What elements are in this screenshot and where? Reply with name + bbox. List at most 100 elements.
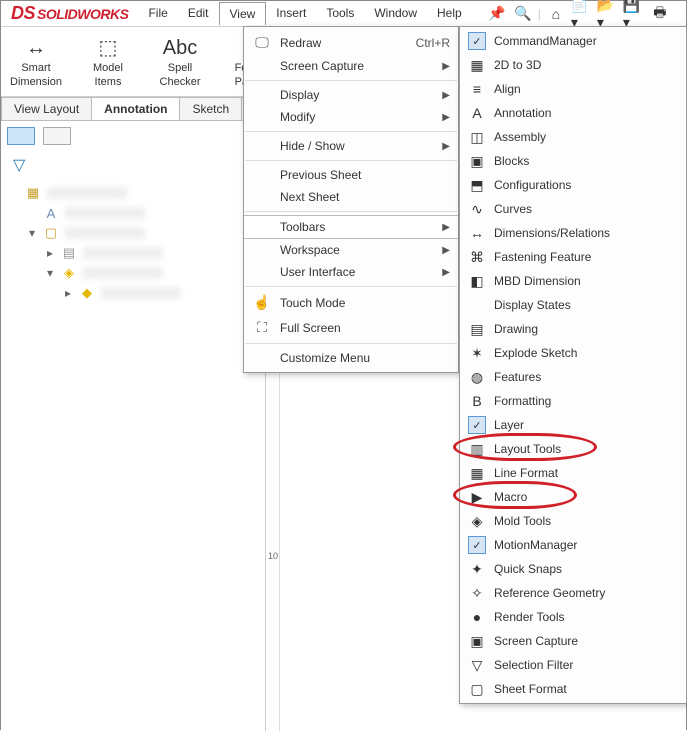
tab-sketch[interactable]: Sketch: [179, 97, 242, 120]
menu-label: Previous Sheet: [280, 168, 450, 182]
toolbar-item-dimensions-relations[interactable]: ↔Dimensions/Relations: [460, 221, 686, 245]
toolbar-item-align[interactable]: ≡Align: [460, 77, 686, 101]
menubar-item-tools[interactable]: Tools: [316, 2, 364, 25]
menubar-item-window[interactable]: Window: [364, 2, 427, 25]
panel-tab-1[interactable]: [7, 127, 35, 145]
toolbar-label: MotionManager: [494, 538, 678, 552]
menu-modify[interactable]: Modify▶: [244, 106, 458, 128]
toolbar-icon: ▤: [468, 320, 486, 338]
menu-full-screen[interactable]: ⛶Full Screen: [244, 315, 458, 340]
menu-screen-capture[interactable]: Screen Capture▶: [244, 55, 458, 77]
print-icon[interactable]: 🖶: [649, 3, 671, 25]
toolbar-item-2d-to-3d[interactable]: ▦2D to 3D: [460, 53, 686, 77]
toolbar-label: Drawing: [494, 322, 678, 336]
tree-item[interactable]: [65, 207, 145, 219]
toolbar-item-drawing[interactable]: ▤ Drawing: [460, 317, 686, 341]
toolbar-item-reference-geometry[interactable]: ✧Reference Geometry: [460, 581, 686, 605]
part-icon: ◆: [79, 285, 95, 301]
menubar-item-file[interactable]: File: [138, 2, 177, 25]
toolbar-item-fastening-feature[interactable]: ⌘Fastening Feature: [460, 245, 686, 269]
toolbar-item-macro[interactable]: ▶Macro: [460, 485, 686, 509]
toolbar-label: Display States: [494, 298, 678, 312]
toolbar-label: Reference Geometry: [494, 586, 678, 600]
toolbar-label: Explode Sketch: [494, 346, 678, 360]
home-icon[interactable]: ⌂: [545, 3, 567, 25]
pin-icon[interactable]: 📌: [486, 3, 508, 25]
menu-customize[interactable]: Customize Menu: [244, 347, 458, 369]
menu-display[interactable]: Display▶: [244, 84, 458, 106]
fullscreen-icon: ⛶: [252, 319, 272, 336]
ribbon-model-items[interactable]: ⬚ModelItems: [79, 36, 137, 88]
sheet-icon: ▢: [43, 225, 59, 241]
tree-item[interactable]: [83, 267, 163, 279]
toolbar-item-display-states[interactable]: Display States: [460, 293, 686, 317]
menubar: DS SOLIDWORKS FileEditViewInsertToolsWin…: [1, 1, 686, 27]
toolbar-icon: ◍: [468, 368, 486, 386]
tree-item[interactable]: [65, 227, 145, 239]
toolbar-item-motionmanager[interactable]: ✓MotionManager: [460, 533, 686, 557]
redraw-icon: 🖵: [252, 34, 272, 51]
tree-item[interactable]: [83, 247, 163, 259]
toolbar-item-mbd-dimension[interactable]: ◧MBD Dimension: [460, 269, 686, 293]
toolbar-icon: B: [468, 392, 486, 410]
search-icon[interactable]: 🔍: [512, 3, 534, 25]
menu-redraw[interactable]: 🖵 Redraw Ctrl+R: [244, 30, 458, 55]
app-name: SOLIDWORKS: [37, 6, 128, 22]
menubar-item-view[interactable]: View: [219, 2, 267, 25]
menu-toolbars[interactable]: Toolbars▶: [244, 215, 458, 239]
tab-annotation[interactable]: Annotation: [91, 97, 180, 120]
menu-previous-sheet[interactable]: Previous Sheet: [244, 164, 458, 186]
toolbar-item-annotation[interactable]: AAnnotation: [460, 101, 686, 125]
menu-workspace[interactable]: Workspace▶: [244, 239, 458, 261]
toolbar-item-render-tools[interactable]: ●Render Tools: [460, 605, 686, 629]
toolbar-item-assembly[interactable]: ◫Assembly: [460, 125, 686, 149]
menu-hide-show[interactable]: Hide / Show▶: [244, 135, 458, 157]
toolbar-item-commandmanager[interactable]: ✓CommandManager: [460, 29, 686, 53]
toolbar-icon: ≡: [468, 80, 486, 98]
toolbar-item-sheet-format[interactable]: ▢Sheet Format: [460, 677, 686, 701]
toolbar-item-layer[interactable]: ✓Layer: [460, 413, 686, 437]
toolbar-item-formatting[interactable]: BFormatting: [460, 389, 686, 413]
menu-touch-mode[interactable]: ☝Touch Mode: [244, 290, 458, 315]
tree-item[interactable]: [47, 187, 127, 199]
menubar-right: 📌 🔍 | ⌂ 📄▾ 📂▾ 💾▾ 🖶: [486, 3, 671, 25]
toolbar-icon: ◈: [468, 512, 486, 530]
toolbar-item-features[interactable]: ◍Features: [460, 365, 686, 389]
new-icon[interactable]: 📄▾: [571, 3, 593, 25]
tab-view-layout[interactable]: View Layout: [1, 97, 92, 120]
toolbar-icon: ✶: [468, 344, 486, 362]
toolbar-item-screen-capture[interactable]: ▣Screen Capture: [460, 629, 686, 653]
toolbar-item-blocks[interactable]: ▣Blocks: [460, 149, 686, 173]
toolbar-item-layout-tools[interactable]: ▥Layout Tools: [460, 437, 686, 461]
menubar-item-edit[interactable]: Edit: [178, 2, 219, 25]
toolbar-icon: ▦: [468, 56, 486, 74]
filter-icon[interactable]: ▽: [1, 151, 265, 179]
ribbon-spell-checker[interactable]: AbcSpellChecker: [151, 36, 209, 88]
toolbar-item-configurations[interactable]: ⬒Configurations: [460, 173, 686, 197]
toolbar-item-curves[interactable]: ∿Curves: [460, 197, 686, 221]
open-icon[interactable]: 📂▾: [597, 3, 619, 25]
view-menu-dropdown: 🖵 Redraw Ctrl+R Screen Capture▶ Display▶…: [243, 26, 459, 373]
toolbar-item-selection-filter[interactable]: ▽Selection Filter: [460, 653, 686, 677]
toolbar-label: Sheet Format: [494, 682, 678, 696]
tree-item[interactable]: [101, 287, 181, 299]
toolbar-item-line-format[interactable]: ▦Line Format: [460, 461, 686, 485]
panel-tab-2[interactable]: [43, 127, 71, 145]
toolbar-label: Layer: [494, 418, 678, 432]
toolbar-item-quick-snaps[interactable]: ✦Quick Snaps: [460, 557, 686, 581]
toolbar-label: Blocks: [494, 154, 678, 168]
menu-user-interface[interactable]: User Interface▶: [244, 261, 458, 283]
ribbon-smart-dimension[interactable]: ↔SmartDimension: [7, 36, 65, 88]
ribbon-label: Checker: [160, 76, 201, 88]
toolbar-item-explode-sketch[interactable]: ✶ Explode Sketch: [460, 341, 686, 365]
toolbar-icon: ▶: [468, 488, 486, 506]
menu-next-sheet[interactable]: Next Sheet: [244, 186, 458, 208]
toolbar-label: Render Tools: [494, 610, 678, 624]
app-logo: DS SOLIDWORKS: [1, 3, 138, 24]
toolbar-icon: ✦: [468, 560, 486, 578]
toolbar-item-mold-tools[interactable]: ◈Mold Tools: [460, 509, 686, 533]
menubar-item-help[interactable]: Help: [427, 2, 472, 25]
toolbar-label: Dimensions/Relations: [494, 226, 678, 240]
save-icon[interactable]: 💾▾: [623, 3, 645, 25]
menubar-item-insert[interactable]: Insert: [266, 2, 316, 25]
